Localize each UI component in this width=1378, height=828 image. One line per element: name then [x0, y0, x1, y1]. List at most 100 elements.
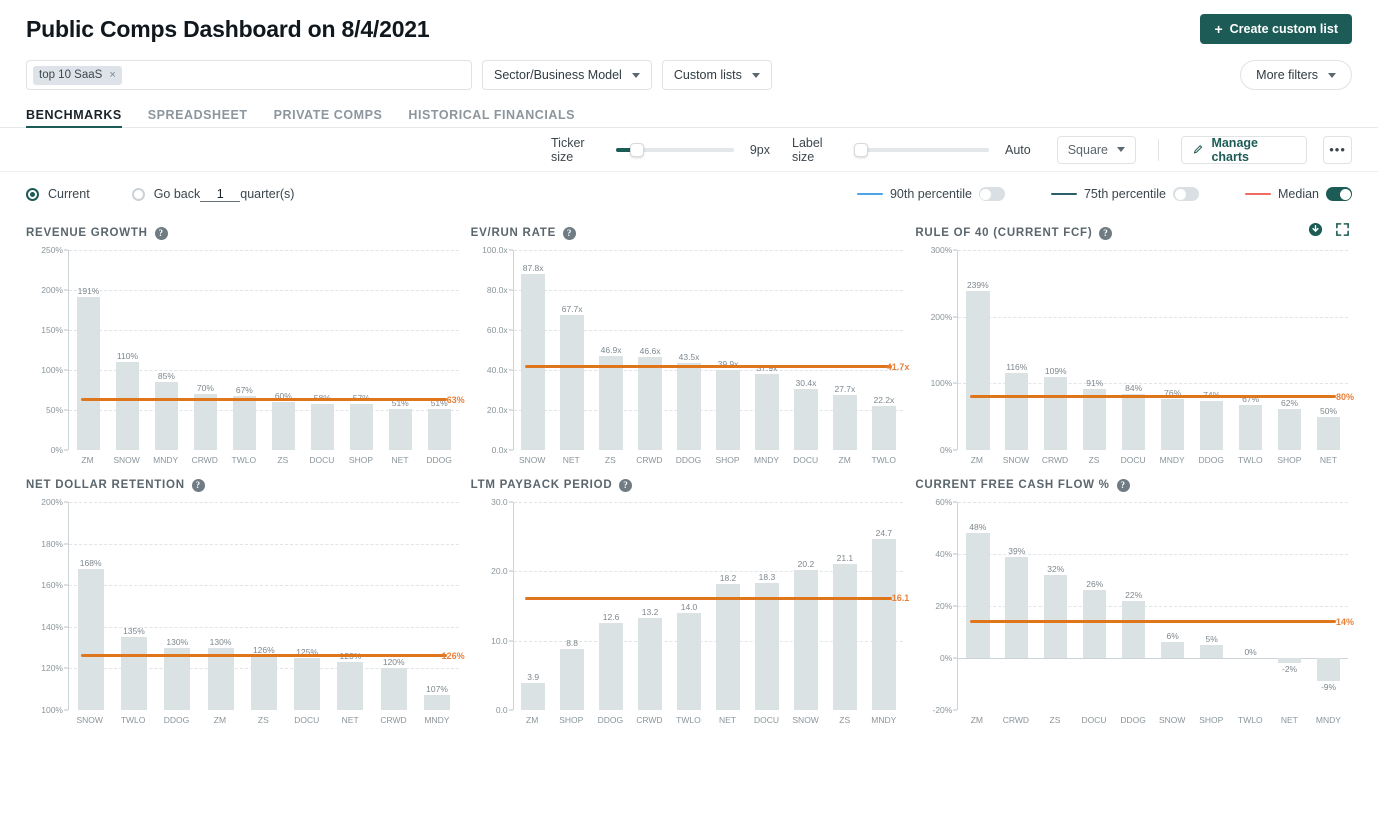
bar-item[interactable]: 18.3	[747, 502, 786, 710]
bar-item[interactable]: 126%	[242, 502, 285, 710]
bar-item[interactable]: 6%	[1153, 502, 1192, 710]
bar[interactable]	[233, 396, 256, 450]
bar[interactable]	[1317, 658, 1340, 681]
help-icon[interactable]: ?	[619, 479, 632, 492]
bar-item[interactable]: 67%	[1231, 250, 1270, 450]
bar[interactable]	[1317, 417, 1340, 450]
bar[interactable]	[1161, 399, 1184, 450]
bar[interactable]	[638, 618, 661, 710]
go-back-quarters-input[interactable]: 1	[200, 187, 240, 202]
bar[interactable]	[381, 668, 407, 710]
bar-item[interactable]: 51%	[420, 250, 459, 450]
marker-shape-select[interactable]: Square	[1057, 136, 1136, 164]
bar-item[interactable]: 70%	[186, 250, 225, 450]
bar-item[interactable]: 24.7	[864, 502, 903, 710]
bar-item[interactable]: 14.0	[670, 502, 709, 710]
bar[interactable]	[1239, 405, 1262, 450]
slider-knob[interactable]	[854, 143, 868, 157]
bar[interactable]	[677, 363, 700, 450]
bar-item[interactable]: 191%	[69, 250, 108, 450]
bar-item[interactable]: 116%	[997, 250, 1036, 450]
bar[interactable]	[794, 570, 817, 710]
bar[interactable]	[755, 583, 778, 710]
bar[interactable]	[389, 409, 412, 450]
bar-item[interactable]: 84%	[1114, 250, 1153, 450]
radio-current[interactable]	[26, 188, 39, 201]
chart-overflow-menu-button[interactable]: •••	[1323, 136, 1352, 164]
tab-spreadsheet[interactable]: SPREADSHEET	[148, 108, 248, 127]
bar[interactable]	[1278, 658, 1301, 663]
manage-charts-button[interactable]: Manage charts	[1181, 136, 1307, 164]
bar-item[interactable]: 168%	[69, 502, 112, 710]
bar[interactable]	[251, 656, 277, 710]
bar-item[interactable]: 30.4x	[786, 250, 825, 450]
bar[interactable]	[833, 395, 856, 450]
bar[interactable]	[428, 409, 451, 450]
bar[interactable]	[1044, 377, 1067, 450]
help-icon[interactable]: ?	[1117, 479, 1130, 492]
bar-item[interactable]: 62%	[1270, 250, 1309, 450]
bar-item[interactable]: 21.1	[825, 502, 864, 710]
tab-historical-financials[interactable]: HISTORICAL FINANCIALS	[408, 108, 575, 127]
bar[interactable]	[1005, 373, 1028, 450]
bar-item[interactable]: 12.6	[592, 502, 631, 710]
bar[interactable]	[116, 362, 139, 450]
bar[interactable]	[294, 658, 320, 710]
bar[interactable]	[1044, 575, 1067, 658]
bar[interactable]	[521, 274, 544, 450]
close-icon[interactable]: ×	[109, 69, 115, 81]
bar-item[interactable]: 46.6x	[631, 250, 670, 450]
bar[interactable]	[1005, 557, 1028, 658]
bar-item[interactable]: 8.8	[553, 502, 592, 710]
bar[interactable]	[272, 402, 295, 450]
bar-item[interactable]: 239%	[958, 250, 997, 450]
bar-item[interactable]: 26%	[1075, 502, 1114, 710]
bar[interactable]	[155, 382, 178, 450]
bar[interactable]	[1200, 401, 1223, 450]
radio-go-back[interactable]	[132, 188, 145, 201]
bar[interactable]	[872, 406, 895, 450]
bar-item[interactable]: 20.2	[786, 502, 825, 710]
bar-item[interactable]: 60%	[264, 250, 303, 450]
custom-lists-select[interactable]: Custom lists	[662, 60, 772, 90]
bar-item[interactable]: 87.8x	[514, 250, 553, 450]
bar-item[interactable]: 67%	[225, 250, 264, 450]
bar[interactable]	[350, 404, 373, 450]
label-size-slider[interactable]	[854, 141, 989, 159]
bar-item[interactable]: 37.9x	[747, 250, 786, 450]
bar[interactable]	[424, 695, 450, 710]
more-filters-button[interactable]: More filters	[1240, 60, 1352, 90]
bar-item[interactable]: 18.2	[709, 502, 748, 710]
bar-item[interactable]: 3.9	[514, 502, 553, 710]
slider-knob[interactable]	[630, 143, 644, 157]
bar[interactable]	[337, 662, 363, 710]
ticker-size-slider[interactable]	[616, 141, 734, 159]
help-icon[interactable]: ?	[192, 479, 205, 492]
bar[interactable]	[794, 389, 817, 450]
bar-item[interactable]: 13.2	[631, 502, 670, 710]
toggle-75th-percentile[interactable]	[1173, 187, 1199, 201]
tab-benchmarks[interactable]: BENCHMARKS	[26, 108, 122, 127]
bar[interactable]	[78, 569, 104, 710]
bar-item[interactable]: 67.7x	[553, 250, 592, 450]
tab-private-comps[interactable]: PRIVATE COMPS	[274, 108, 383, 127]
bar-item[interactable]: 22.2x	[864, 250, 903, 450]
bar[interactable]	[1083, 389, 1106, 450]
bar-item[interactable]: 135%	[112, 502, 155, 710]
bar-item[interactable]: 123%	[329, 502, 372, 710]
bar[interactable]	[755, 374, 778, 450]
bar-item[interactable]: -2%	[1270, 502, 1309, 710]
bar-item[interactable]: 5%	[1192, 502, 1231, 710]
bar-item[interactable]: 32%	[1036, 502, 1075, 710]
expand-icon[interactable]	[1335, 222, 1350, 242]
filter-chip[interactable]: top 10 SaaS ×	[33, 66, 122, 85]
bar-item[interactable]: 107%	[415, 502, 458, 710]
help-icon[interactable]: ?	[155, 227, 168, 240]
bar[interactable]	[1122, 394, 1145, 450]
bar-item[interactable]: 57%	[342, 250, 381, 450]
bar-item[interactable]: 58%	[303, 250, 342, 450]
bar[interactable]	[311, 404, 334, 450]
bar-item[interactable]: 74%	[1192, 250, 1231, 450]
bar[interactable]	[599, 356, 622, 450]
toggle-90th-percentile[interactable]	[979, 187, 1005, 201]
